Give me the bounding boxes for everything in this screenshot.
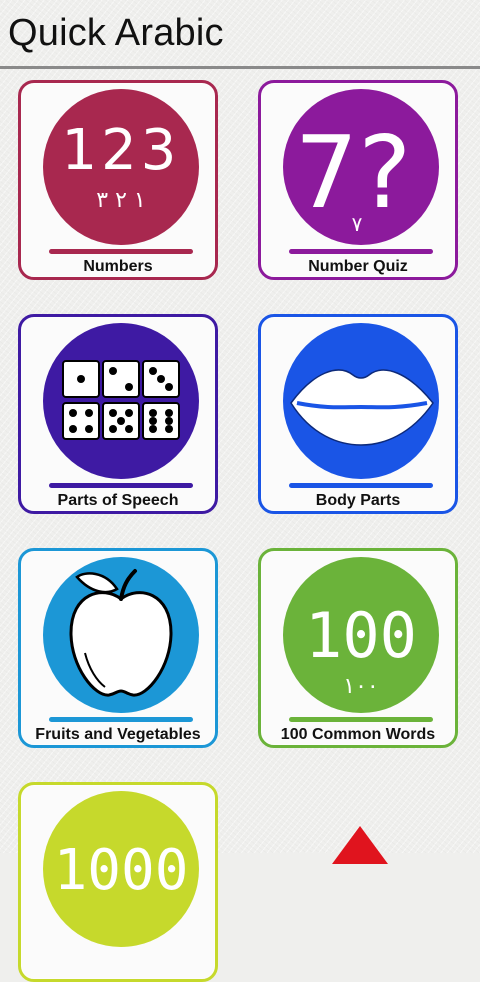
thousand-icon: 1000 xyxy=(43,791,199,947)
tile-body-parts[interactable]: Body Parts xyxy=(258,314,458,514)
svg-text:٧: ٧ xyxy=(352,212,363,236)
hundred-icon: 100 ١٠٠ xyxy=(283,557,439,713)
tile-parts-of-speech[interactable]: Parts of Speech xyxy=(18,314,218,514)
svg-text:١٠٠: ١٠٠ xyxy=(343,674,378,699)
tile-accent-bar xyxy=(289,483,433,488)
svg-text:100: 100 xyxy=(305,599,417,672)
svg-text:1000: 1000 xyxy=(54,838,189,903)
tile-accent-bar xyxy=(289,717,433,722)
number-quiz-icon: 7? ٧ xyxy=(283,89,439,245)
tile-label: Body Parts xyxy=(315,492,401,509)
app-title: Quick Arabic xyxy=(8,12,224,54)
svg-text:123: 123 xyxy=(62,118,181,183)
tile-1000-words[interactable]: 1000 xyxy=(18,782,218,982)
header-divider xyxy=(0,66,480,69)
red-triangle-icon[interactable] xyxy=(330,824,390,864)
tile-label: Parts of Speech xyxy=(57,492,179,509)
tile-numbers[interactable]: 123 ١ ٢ ٣ Numbers xyxy=(18,80,218,280)
tile-accent-bar xyxy=(49,249,193,254)
tile-fruits-and-vegetables[interactable]: Fruits and Vegetables xyxy=(18,548,218,748)
tile-label: Numbers xyxy=(83,258,153,275)
app-header: Quick Arabic xyxy=(0,0,480,69)
tile-label: Number Quiz xyxy=(308,258,408,275)
tile-accent-bar xyxy=(289,249,433,254)
svg-text:١ ٢ ٣: ١ ٢ ٣ xyxy=(96,188,145,213)
tile-number-quiz[interactable]: 7? ٧ Number Quiz xyxy=(258,80,458,280)
tile-accent-bar xyxy=(49,483,193,488)
numbers-123-icon: 123 ١ ٢ ٣ xyxy=(43,89,199,245)
tile-accent-bar xyxy=(49,717,193,722)
dice-icon xyxy=(43,323,199,479)
tile-label: Fruits and Vegetables xyxy=(35,726,201,743)
tile-label: 100 Common Words xyxy=(280,726,436,743)
lips-icon xyxy=(283,323,439,479)
apple-icon xyxy=(43,557,199,713)
tile-100-common-words[interactable]: 100 ١٠٠ 100 Common Words xyxy=(258,548,458,748)
